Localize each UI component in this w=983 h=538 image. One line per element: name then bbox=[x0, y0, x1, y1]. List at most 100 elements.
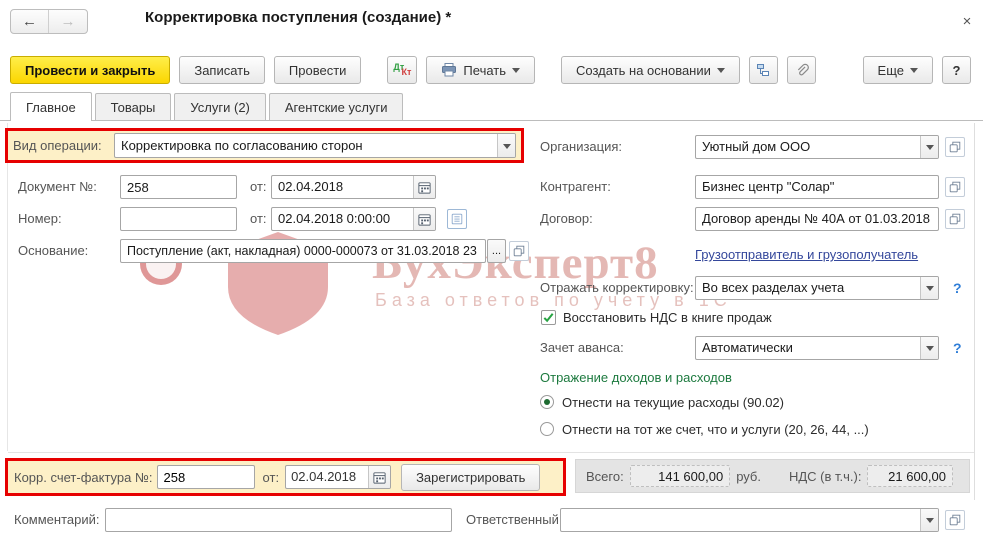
number-datetime-field[interactable]: 02.04.2018 0:00:00 bbox=[271, 207, 436, 231]
post-button[interactable]: Провести bbox=[273, 56, 362, 84]
help-button[interactable]: ? bbox=[942, 56, 971, 84]
basis-choose-button[interactable]: ... bbox=[487, 239, 506, 263]
document-date-value: 02.04.2018 bbox=[278, 179, 344, 194]
number-datetime-value: 02.04.2018 0:00:00 bbox=[278, 211, 391, 226]
print-label: Печать bbox=[463, 62, 507, 78]
currency-label: руб. bbox=[736, 468, 761, 484]
chevron-down-icon bbox=[910, 68, 918, 77]
income-expense-header: Отражение доходов и расходов bbox=[540, 370, 732, 385]
same-account-label: Отнести на тот же счет, что и услуги (20… bbox=[562, 422, 869, 437]
print-button[interactable]: Печать bbox=[426, 56, 536, 84]
organization-label: Организация: bbox=[540, 139, 623, 154]
checkmark-icon bbox=[543, 313, 554, 323]
open-icon bbox=[949, 213, 961, 225]
calendar-button[interactable] bbox=[368, 466, 391, 488]
advance-offset-value: Автоматически bbox=[702, 340, 793, 355]
chevron-down-icon bbox=[512, 68, 521, 77]
reflect-help-icon[interactable]: ? bbox=[953, 276, 962, 300]
responsible-value bbox=[561, 509, 920, 531]
open-icon bbox=[513, 245, 525, 257]
number-input[interactable] bbox=[120, 207, 237, 231]
register-invoice-button[interactable]: Зарегистрировать bbox=[401, 463, 541, 491]
show-postings-button[interactable]: Дт Кт bbox=[387, 56, 418, 84]
corrective-invoice-number-input[interactable] bbox=[156, 465, 255, 489]
number-label: Номер: bbox=[18, 211, 62, 226]
advance-offset-label: Зачет аванса: bbox=[540, 340, 624, 355]
paperclip-icon bbox=[797, 63, 809, 75]
organization-value: Уютный дом ООО bbox=[702, 139, 811, 154]
total-value: 141 600,00 bbox=[629, 465, 731, 487]
tab-services[interactable]: Услуги (2) bbox=[174, 93, 266, 120]
attachments-button[interactable] bbox=[786, 56, 816, 84]
contract-value: Договор аренды № 40А от 01.03.2018 bbox=[702, 211, 930, 226]
comment-input[interactable] bbox=[105, 508, 452, 532]
close-icon: × bbox=[962, 12, 972, 30]
operation-type-value: Корректировка по согласованию сторон bbox=[121, 138, 363, 153]
dropdown-button[interactable] bbox=[497, 134, 515, 157]
contract-open-button[interactable] bbox=[945, 209, 965, 229]
counterparty-open-button[interactable] bbox=[945, 177, 965, 197]
radio-dot bbox=[544, 399, 550, 405]
list-icon bbox=[451, 213, 463, 225]
same-account-radio[interactable] bbox=[540, 422, 554, 436]
close-button[interactable]: × bbox=[956, 10, 978, 32]
write-button[interactable]: Записать bbox=[179, 56, 265, 84]
reflect-correction-label: Отражать корректировку: bbox=[540, 280, 694, 295]
basis-input[interactable] bbox=[120, 239, 486, 263]
create-based-on-label: Создать на основании bbox=[576, 62, 711, 78]
tab-bar: Главное Товары Услуги (2) Агентские услу… bbox=[0, 92, 983, 121]
tab-agency-services[interactable]: Агентские услуги bbox=[268, 93, 404, 120]
counterparty-field[interactable]: Бизнес центр "Солар" bbox=[695, 175, 939, 199]
advance-offset-select[interactable]: Автоматически bbox=[695, 336, 939, 360]
chevron-down-icon bbox=[925, 518, 934, 527]
basis-label: Основание: bbox=[18, 243, 89, 258]
restore-vat-label: Восстановить НДС в книге продаж bbox=[563, 310, 772, 325]
journal-list-button[interactable] bbox=[447, 209, 467, 229]
contract-field[interactable]: Договор аренды № 40А от 01.03.2018 bbox=[695, 207, 939, 231]
dropdown-button[interactable] bbox=[920, 337, 938, 359]
chevron-down-icon bbox=[925, 286, 934, 295]
current-expenses-radio[interactable] bbox=[540, 395, 554, 409]
reflect-correction-select[interactable]: Во всех разделах учета bbox=[695, 276, 939, 300]
credit-icon: Кт bbox=[401, 67, 412, 77]
organization-open-button[interactable] bbox=[945, 137, 965, 157]
open-icon bbox=[949, 514, 961, 526]
dropdown-button[interactable] bbox=[920, 136, 938, 158]
dropdown-button[interactable] bbox=[920, 509, 938, 531]
tab-goods[interactable]: Товары bbox=[94, 93, 172, 120]
document-number-input[interactable] bbox=[120, 175, 237, 199]
counterparty-value: Бизнес центр "Солар" bbox=[702, 179, 835, 194]
restore-vat-checkbox[interactable] bbox=[541, 310, 556, 325]
more-button[interactable]: Еще bbox=[862, 56, 933, 84]
back-button[interactable]: ← bbox=[11, 10, 49, 33]
calendar-button[interactable] bbox=[413, 176, 435, 198]
number-from-label: от: bbox=[250, 211, 267, 226]
basis-open-button[interactable] bbox=[509, 241, 529, 261]
related-documents-button[interactable] bbox=[748, 56, 778, 84]
responsible-open-button[interactable] bbox=[945, 510, 965, 530]
counterparty-label: Контрагент: bbox=[540, 179, 611, 194]
responsible-select[interactable] bbox=[560, 508, 939, 532]
dropdown-button[interactable] bbox=[920, 277, 938, 299]
document-from-label: от: bbox=[250, 179, 267, 194]
organization-select[interactable]: Уютный дом ООО bbox=[695, 135, 939, 159]
invoice-date-value: 02.04.2018 bbox=[291, 469, 357, 484]
invoice-date-field[interactable]: 02.04.2018 bbox=[285, 465, 392, 489]
document-window: БухЭксперт8 База ответов по учету в 1С ←… bbox=[0, 0, 983, 538]
corrective-invoice-label: Корр. счет-фактура №: bbox=[14, 469, 153, 485]
shipper-consignee-link[interactable]: Грузоотправитель и грузополучатель bbox=[695, 247, 918, 262]
post-and-close-button[interactable]: Провести и закрыть bbox=[10, 56, 171, 84]
tab-main[interactable]: Главное bbox=[10, 92, 92, 121]
forward-button[interactable]: → bbox=[49, 10, 87, 33]
operation-type-select[interactable]: Корректировка по согласованию сторон bbox=[114, 133, 516, 158]
advance-offset-help-icon[interactable]: ? bbox=[953, 336, 962, 360]
chevron-down-icon bbox=[925, 145, 934, 154]
calendar-icon bbox=[418, 181, 431, 194]
vat-label: НДС (в т.ч.): bbox=[788, 468, 862, 484]
calendar-button[interactable] bbox=[413, 208, 435, 230]
forward-arrow-icon: → bbox=[60, 13, 76, 30]
chevron-down-icon bbox=[502, 143, 511, 153]
more-label: Еще bbox=[877, 62, 904, 78]
create-based-on-button[interactable]: Создать на основании bbox=[561, 56, 740, 84]
document-date-field[interactable]: 02.04.2018 bbox=[271, 175, 436, 199]
